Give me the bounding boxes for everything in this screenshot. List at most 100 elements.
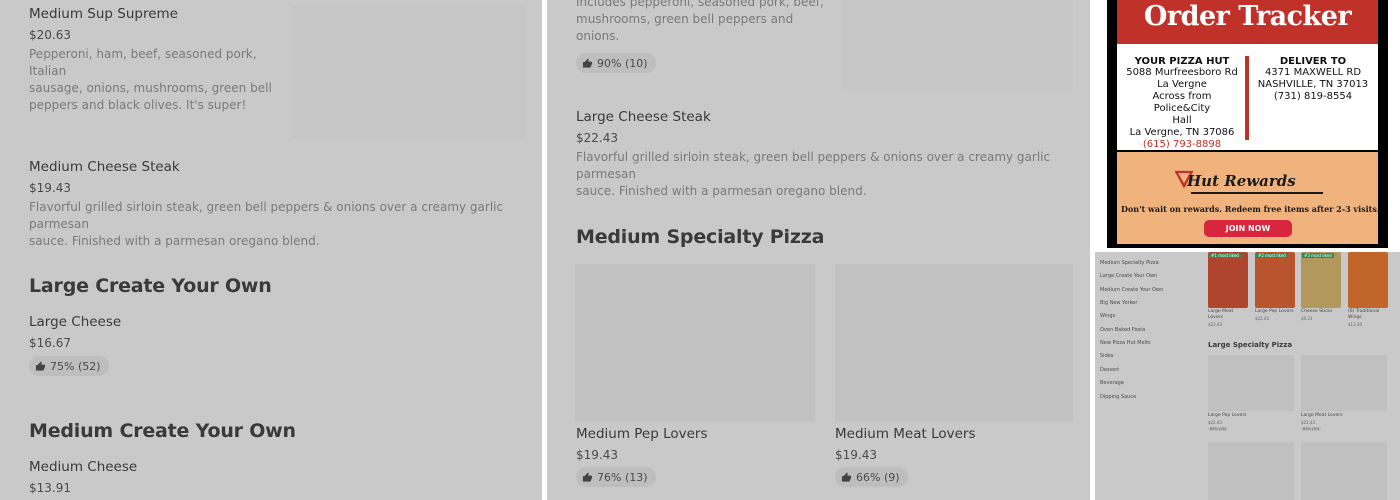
- item-price: $13.91: [29, 481, 71, 495]
- item-price: $22.43: [576, 131, 618, 145]
- item-price: $16.67: [29, 336, 71, 350]
- item-image-placeholder[interactable]: [1208, 355, 1294, 411]
- category-link[interactable]: Dipping Sauce: [1100, 394, 1136, 400]
- item-name: Medium Pep Lovers: [576, 426, 708, 442]
- item-description: Flavorful grilled sirloin steak, green b…: [576, 150, 1051, 198]
- deliver-address-line: NASHVILLE, TN 37013: [1257, 79, 1369, 90]
- menu-item-medium-cheese-steak[interactable]: Medium Cheese Steak $19.43 Flavorful gri…: [29, 159, 529, 250]
- thumbs-up-icon: [35, 360, 46, 371]
- item-name: Large Cheese Steak: [576, 109, 711, 125]
- item-name: Large Cheese: [29, 314, 122, 330]
- menu-item-large-cheese-steak[interactable]: Large Cheese Steak $22.43 Flavorful gril…: [576, 109, 1076, 200]
- category-link[interactable]: Beverage: [1100, 380, 1124, 386]
- rating-text: 75% (52): [50, 359, 101, 373]
- deliver-address-line: 4371 MAXWELL RD: [1264, 67, 1362, 78]
- thumbs-up-icon: [582, 471, 593, 482]
- item-image-placeholder[interactable]: [292, 6, 526, 138]
- column-divider: [1245, 56, 1249, 140]
- item-price: $20.63: [29, 28, 71, 42]
- food-photo[interactable]: [1348, 252, 1388, 308]
- section-heading-medium-specialty-pizza: Medium Specialty Pizza: [576, 226, 825, 248]
- item-name: Medium Meat Lovers: [835, 426, 976, 442]
- item-name: Medium Sup Supreme: [29, 6, 178, 22]
- rating-badge: 90% (10): [576, 53, 656, 73]
- menu-card-medium-pep-lovers[interactable]: Medium Pep Lovers $19.43 76% (13): [576, 426, 806, 487]
- item-image-placeholder[interactable]: [1301, 442, 1387, 500]
- item-description: Flavorful grilled sirloin steak, green b…: [29, 200, 504, 248]
- category-link[interactable]: New Pizza Hut Melts: [1100, 340, 1151, 346]
- order-tracker-panel: Order Tracker YOUR PIZZA HUT 5088 Murfre…: [1107, 0, 1388, 248]
- item-name: Large Pep Lovers: [1208, 413, 1247, 418]
- deliver-heading: DELIVER TO: [1279, 56, 1347, 67]
- category-link[interactable]: Big New Yorker: [1100, 300, 1137, 306]
- card-name: Cheese Sticks: [1301, 309, 1333, 314]
- card-price: $22.43: [1255, 316, 1269, 321]
- rating-badge: 75% (52): [29, 356, 109, 376]
- rating-text: 76% (13): [597, 470, 648, 484]
- card-name: Wings: [1348, 315, 1362, 320]
- item-name: Medium Cheese Steak: [29, 159, 180, 175]
- hut-rewards-banner[interactable]: Hut Rewards Don't wait on rewards. Redee…: [1117, 152, 1380, 244]
- category-link[interactable]: Wings: [1100, 313, 1115, 319]
- item-description: Pepperoni, ham, beef, seasoned pork, Ita…: [29, 47, 272, 112]
- category-link[interactable]: Medium Specialty Pizza: [1100, 260, 1159, 266]
- join-now-button[interactable]: JOIN NOW: [1204, 220, 1292, 237]
- menu-panel-middle: Includes pepperoni, seasoned pork, beef,…: [547, 0, 1090, 500]
- store-heading: YOUR PIZZA HUT: [1134, 56, 1230, 67]
- tracker-header: Order Tracker: [1117, 0, 1378, 44]
- menu-item-large-cheese[interactable]: Large Cheese $16.67 75% (52): [29, 314, 279, 376]
- section-heading-large-specialty-pizza: Large Specialty Pizza: [1208, 341, 1293, 349]
- popular-badge: #2 most liked: [1256, 253, 1288, 258]
- item-price: $22.43: [1208, 420, 1222, 425]
- category-link[interactable]: Oven Baked Pasta: [1100, 327, 1145, 333]
- rewards-title: Hut Rewards: [1187, 172, 1296, 190]
- rating-badge: 66% (9): [835, 467, 908, 487]
- item-image-placeholder[interactable]: [835, 264, 1073, 422]
- card-name: Lovers: [1208, 315, 1223, 320]
- food-photo[interactable]: #1 most liked: [1208, 252, 1248, 308]
- store-address-line: Hall: [1172, 115, 1192, 126]
- tracker-info: YOUR PIZZA HUT 5088 Murfreesboro Rd La V…: [1117, 44, 1378, 150]
- store-address-line: La Vergne, TN 37086: [1129, 127, 1235, 138]
- popular-badge: #1 most liked: [1209, 253, 1241, 258]
- card-price: $12.00: [1348, 322, 1362, 327]
- store-address-line: 5088 Murfreesboro Rd: [1126, 67, 1238, 78]
- item-image-placeholder[interactable]: [575, 264, 815, 422]
- item-price: $19.43: [576, 448, 618, 462]
- deliver-column: DELIVER TO 4371 MAXWELL RD NASHVILLE, TN…: [1253, 56, 1373, 103]
- menu-item-medium-sup-supreme[interactable]: Medium Sup Supreme $20.63 Pepperoni, ham…: [29, 6, 279, 114]
- rating-badge: 76% (13): [576, 467, 656, 487]
- item-price: $22.43: [1301, 420, 1315, 425]
- item-price: $19.43: [835, 448, 877, 462]
- popular-badge: #3 most liked: [1302, 253, 1334, 258]
- item-image-placeholder[interactable]: [1208, 442, 1294, 500]
- item-image-placeholder[interactable]: [1301, 355, 1387, 411]
- item-description: Includes pepperoni, seasoned pork, beef,…: [576, 0, 824, 43]
- category-link[interactable]: Sides: [1100, 353, 1113, 359]
- food-photo[interactable]: #2 most liked: [1255, 252, 1295, 308]
- menu-item-partial[interactable]: Includes pepperoni, seasoned pork, beef,…: [576, 0, 836, 73]
- rating-text: 66% (9): [856, 470, 900, 484]
- food-photo[interactable]: #3 most liked: [1301, 252, 1341, 308]
- rewards-underline: [1191, 192, 1323, 194]
- deliver-phone: (731) 819-8554: [1273, 91, 1353, 102]
- item-name: Medium Cheese: [29, 459, 138, 475]
- menu-card-medium-meat-lovers[interactable]: Medium Meat Lovers $19.43 66% (9): [835, 426, 1065, 487]
- item-image-placeholder[interactable]: [841, 0, 1073, 90]
- store-column: YOUR PIZZA HUT 5088 Murfreesboro Rd La V…: [1123, 56, 1241, 151]
- store-address-line: La Vergne: [1157, 79, 1207, 90]
- section-heading-medium-create-your-own: Medium Create Your Own: [29, 420, 296, 442]
- store-phone[interactable]: (615) 793-8898: [1123, 139, 1241, 151]
- section-heading-large-create-your-own: Large Create Your Own: [29, 275, 272, 297]
- rating-badge: 89% (36): [1208, 427, 1229, 431]
- thumbs-up-icon: [582, 57, 593, 68]
- category-link[interactable]: Dessert: [1100, 367, 1119, 373]
- menu-panel-left: Medium Sup Supreme $20.63 Pepperoni, ham…: [0, 0, 542, 500]
- rewards-tagline: Don't wait on rewards. Redeem free items…: [1121, 204, 1380, 214]
- card-price: $9.23: [1301, 316, 1313, 321]
- item-price: $19.43: [29, 181, 71, 195]
- rating-badge: 83% (30): [1301, 427, 1322, 431]
- category-link[interactable]: Medium Create Your Own: [1100, 287, 1163, 293]
- menu-item-medium-cheese[interactable]: Medium Cheese $13.91: [29, 459, 279, 495]
- category-link[interactable]: Large Create Your Own: [1100, 273, 1157, 279]
